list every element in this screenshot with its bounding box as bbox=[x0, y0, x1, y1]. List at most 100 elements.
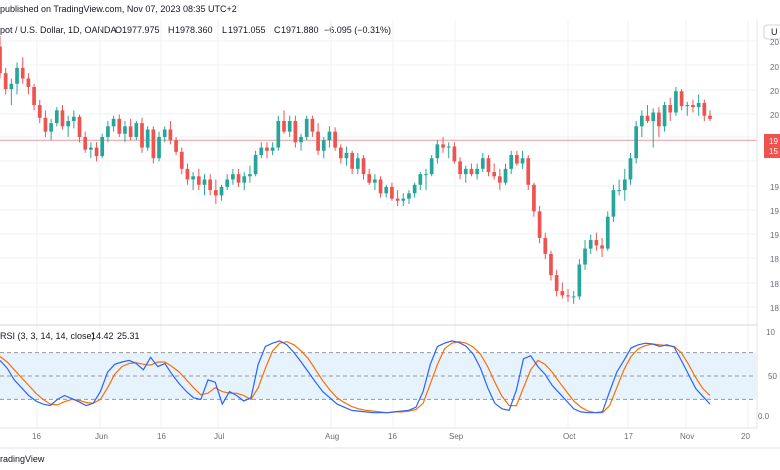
candle-body bbox=[202, 179, 207, 185]
price-scale[interactable]: U 20 20 20 20 19 19 19 18 18 18 19 15 10… bbox=[756, 20, 780, 428]
change-value: −6.095 (−0.31%) bbox=[324, 25, 391, 35]
candle-body bbox=[117, 118, 122, 134]
candle-body bbox=[338, 147, 343, 159]
candle bbox=[571, 291, 576, 304]
candle-body bbox=[0, 46, 2, 74]
candle-body bbox=[583, 248, 587, 265]
candle-body bbox=[32, 86, 36, 106]
candle-body bbox=[441, 144, 445, 148]
candle bbox=[554, 269, 559, 297]
candle bbox=[378, 176, 383, 198]
candle bbox=[168, 121, 173, 145]
candle-body bbox=[225, 179, 230, 187]
price-tick: 19 bbox=[770, 183, 779, 192]
candle-body bbox=[378, 179, 383, 194]
candle-body bbox=[265, 147, 269, 151]
candle bbox=[537, 206, 542, 244]
candle-body bbox=[344, 152, 349, 159]
candle-body bbox=[622, 179, 627, 191]
candle-body bbox=[401, 198, 406, 201]
candle-body bbox=[668, 105, 673, 113]
candle-body bbox=[9, 83, 14, 90]
time-tick: 16 bbox=[388, 432, 397, 441]
candle-body bbox=[20, 67, 25, 79]
candle-body bbox=[248, 174, 252, 177]
candle-body bbox=[191, 176, 195, 180]
candle-body bbox=[503, 168, 508, 183]
candle bbox=[54, 107, 59, 127]
time-scale[interactable]: 16 Jun 16 Jul Aug 16 Sep Oct 17 Nov 20 bbox=[0, 427, 757, 441]
candle-body bbox=[645, 115, 650, 121]
price-tick: 19 bbox=[770, 231, 779, 240]
candle bbox=[304, 115, 309, 141]
candle bbox=[412, 182, 417, 198]
candle-body bbox=[520, 158, 525, 164]
candle bbox=[583, 240, 587, 270]
candle bbox=[259, 142, 264, 159]
candle bbox=[151, 126, 156, 164]
ohlc-high-value: 1978.360 bbox=[175, 25, 213, 35]
candle-body bbox=[560, 291, 565, 296]
candle-body bbox=[60, 110, 65, 127]
candle bbox=[662, 101, 667, 132]
candle bbox=[350, 150, 355, 175]
price-tick: 19 bbox=[770, 207, 779, 216]
candle bbox=[208, 174, 213, 196]
candle-body bbox=[66, 121, 71, 127]
candle bbox=[191, 172, 195, 191]
candle bbox=[20, 57, 25, 84]
candle bbox=[486, 155, 491, 177]
candle-body bbox=[515, 155, 519, 164]
candle-body bbox=[429, 158, 434, 175]
candle bbox=[651, 108, 656, 148]
candle bbox=[532, 182, 536, 217]
candle-body bbox=[424, 174, 428, 176]
candle bbox=[202, 174, 207, 196]
candle-body bbox=[185, 168, 190, 180]
candle-body bbox=[435, 144, 440, 159]
candle-body bbox=[679, 91, 684, 107]
candle bbox=[174, 136, 178, 156]
candle-body bbox=[236, 174, 241, 183]
candle bbox=[617, 179, 621, 196]
ohlc-high-label: H bbox=[168, 25, 175, 35]
candle bbox=[287, 115, 292, 137]
candle-body bbox=[168, 129, 173, 141]
candle bbox=[668, 97, 673, 121]
candle bbox=[355, 152, 360, 175]
candle bbox=[66, 115, 71, 137]
candle bbox=[60, 105, 65, 130]
candle bbox=[634, 121, 639, 164]
candle-body bbox=[213, 190, 218, 196]
candle-body bbox=[702, 102, 707, 116]
candle bbox=[424, 168, 428, 191]
candle bbox=[549, 250, 553, 281]
candle bbox=[140, 117, 144, 153]
candle bbox=[628, 152, 633, 185]
candle bbox=[708, 110, 712, 121]
symbol-legend[interactable]: pot / U.S. Dollar, 1D, OANDA O 1977.975 … bbox=[0, 25, 391, 35]
candle-body bbox=[685, 105, 690, 107]
price-tick: 18 bbox=[770, 255, 779, 264]
candle bbox=[577, 259, 582, 300]
candle-body bbox=[208, 179, 213, 191]
candle bbox=[446, 142, 451, 159]
candle bbox=[225, 174, 230, 191]
time-tick: Aug bbox=[325, 432, 339, 441]
candle bbox=[71, 110, 76, 129]
candle bbox=[361, 155, 366, 180]
ohlc-close-label: C bbox=[274, 25, 281, 35]
candle bbox=[566, 288, 570, 302]
candle bbox=[395, 190, 400, 207]
candle bbox=[185, 163, 190, 185]
rsi-legend[interactable]: RSI (3, 3, 14, 14, close) 14.42 25.31 bbox=[0, 331, 140, 341]
candle-body bbox=[3, 73, 8, 90]
footer-brand[interactable]: radingView bbox=[0, 454, 45, 464]
candle bbox=[213, 179, 218, 204]
candle-body bbox=[299, 136, 303, 143]
price-tick: 18 bbox=[770, 304, 779, 313]
candle-body bbox=[293, 121, 298, 143]
candle bbox=[293, 115, 298, 148]
published-text: published on TradingView.com, Nov 07, 20… bbox=[0, 4, 237, 14]
candle-body bbox=[43, 117, 48, 132]
